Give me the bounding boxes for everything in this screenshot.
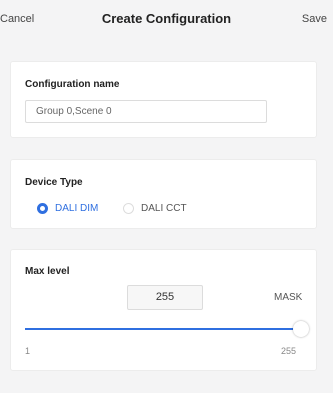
max-level-slider-fill <box>25 328 301 330</box>
page-title: Create Configuration <box>101 11 232 26</box>
max-level-label: Max level <box>25 266 70 277</box>
device-type-option-label: DALI DIM <box>55 202 99 214</box>
max-level-value[interactable]: 255 <box>127 285 203 310</box>
save-button[interactable]: Save <box>302 13 327 25</box>
device-type-option-label: DALI CCT <box>141 202 187 214</box>
navigation-header: Cancel Create Configuration Save <box>0 0 333 40</box>
max-level-slider-track[interactable] <box>25 328 301 330</box>
mask-label[interactable]: MASK <box>274 292 302 303</box>
radio-checked-icon[interactable] <box>37 202 48 214</box>
device-type-option-dali-dim[interactable]: DALI DIM <box>37 201 98 215</box>
slider-min-label: 1 <box>25 346 31 356</box>
max-level-slider-thumb[interactable] <box>293 321 309 337</box>
bottom-area <box>0 378 333 393</box>
slider-max-label: 255 <box>281 346 297 356</box>
radio-unchecked-icon[interactable] <box>123 202 134 214</box>
device-type-card: Device Type DALI DIM DALI CCT <box>10 159 317 229</box>
configuration-name-card: Configuration name <box>10 61 317 138</box>
device-type-option-dali-cct[interactable]: DALI CCT <box>123 201 187 215</box>
device-type-label: Device Type <box>25 177 83 188</box>
max-level-card: Max level 255 MASK 1 255 <box>10 249 317 371</box>
configuration-name-input[interactable] <box>25 100 267 123</box>
configuration-name-label: Configuration name <box>25 79 120 90</box>
